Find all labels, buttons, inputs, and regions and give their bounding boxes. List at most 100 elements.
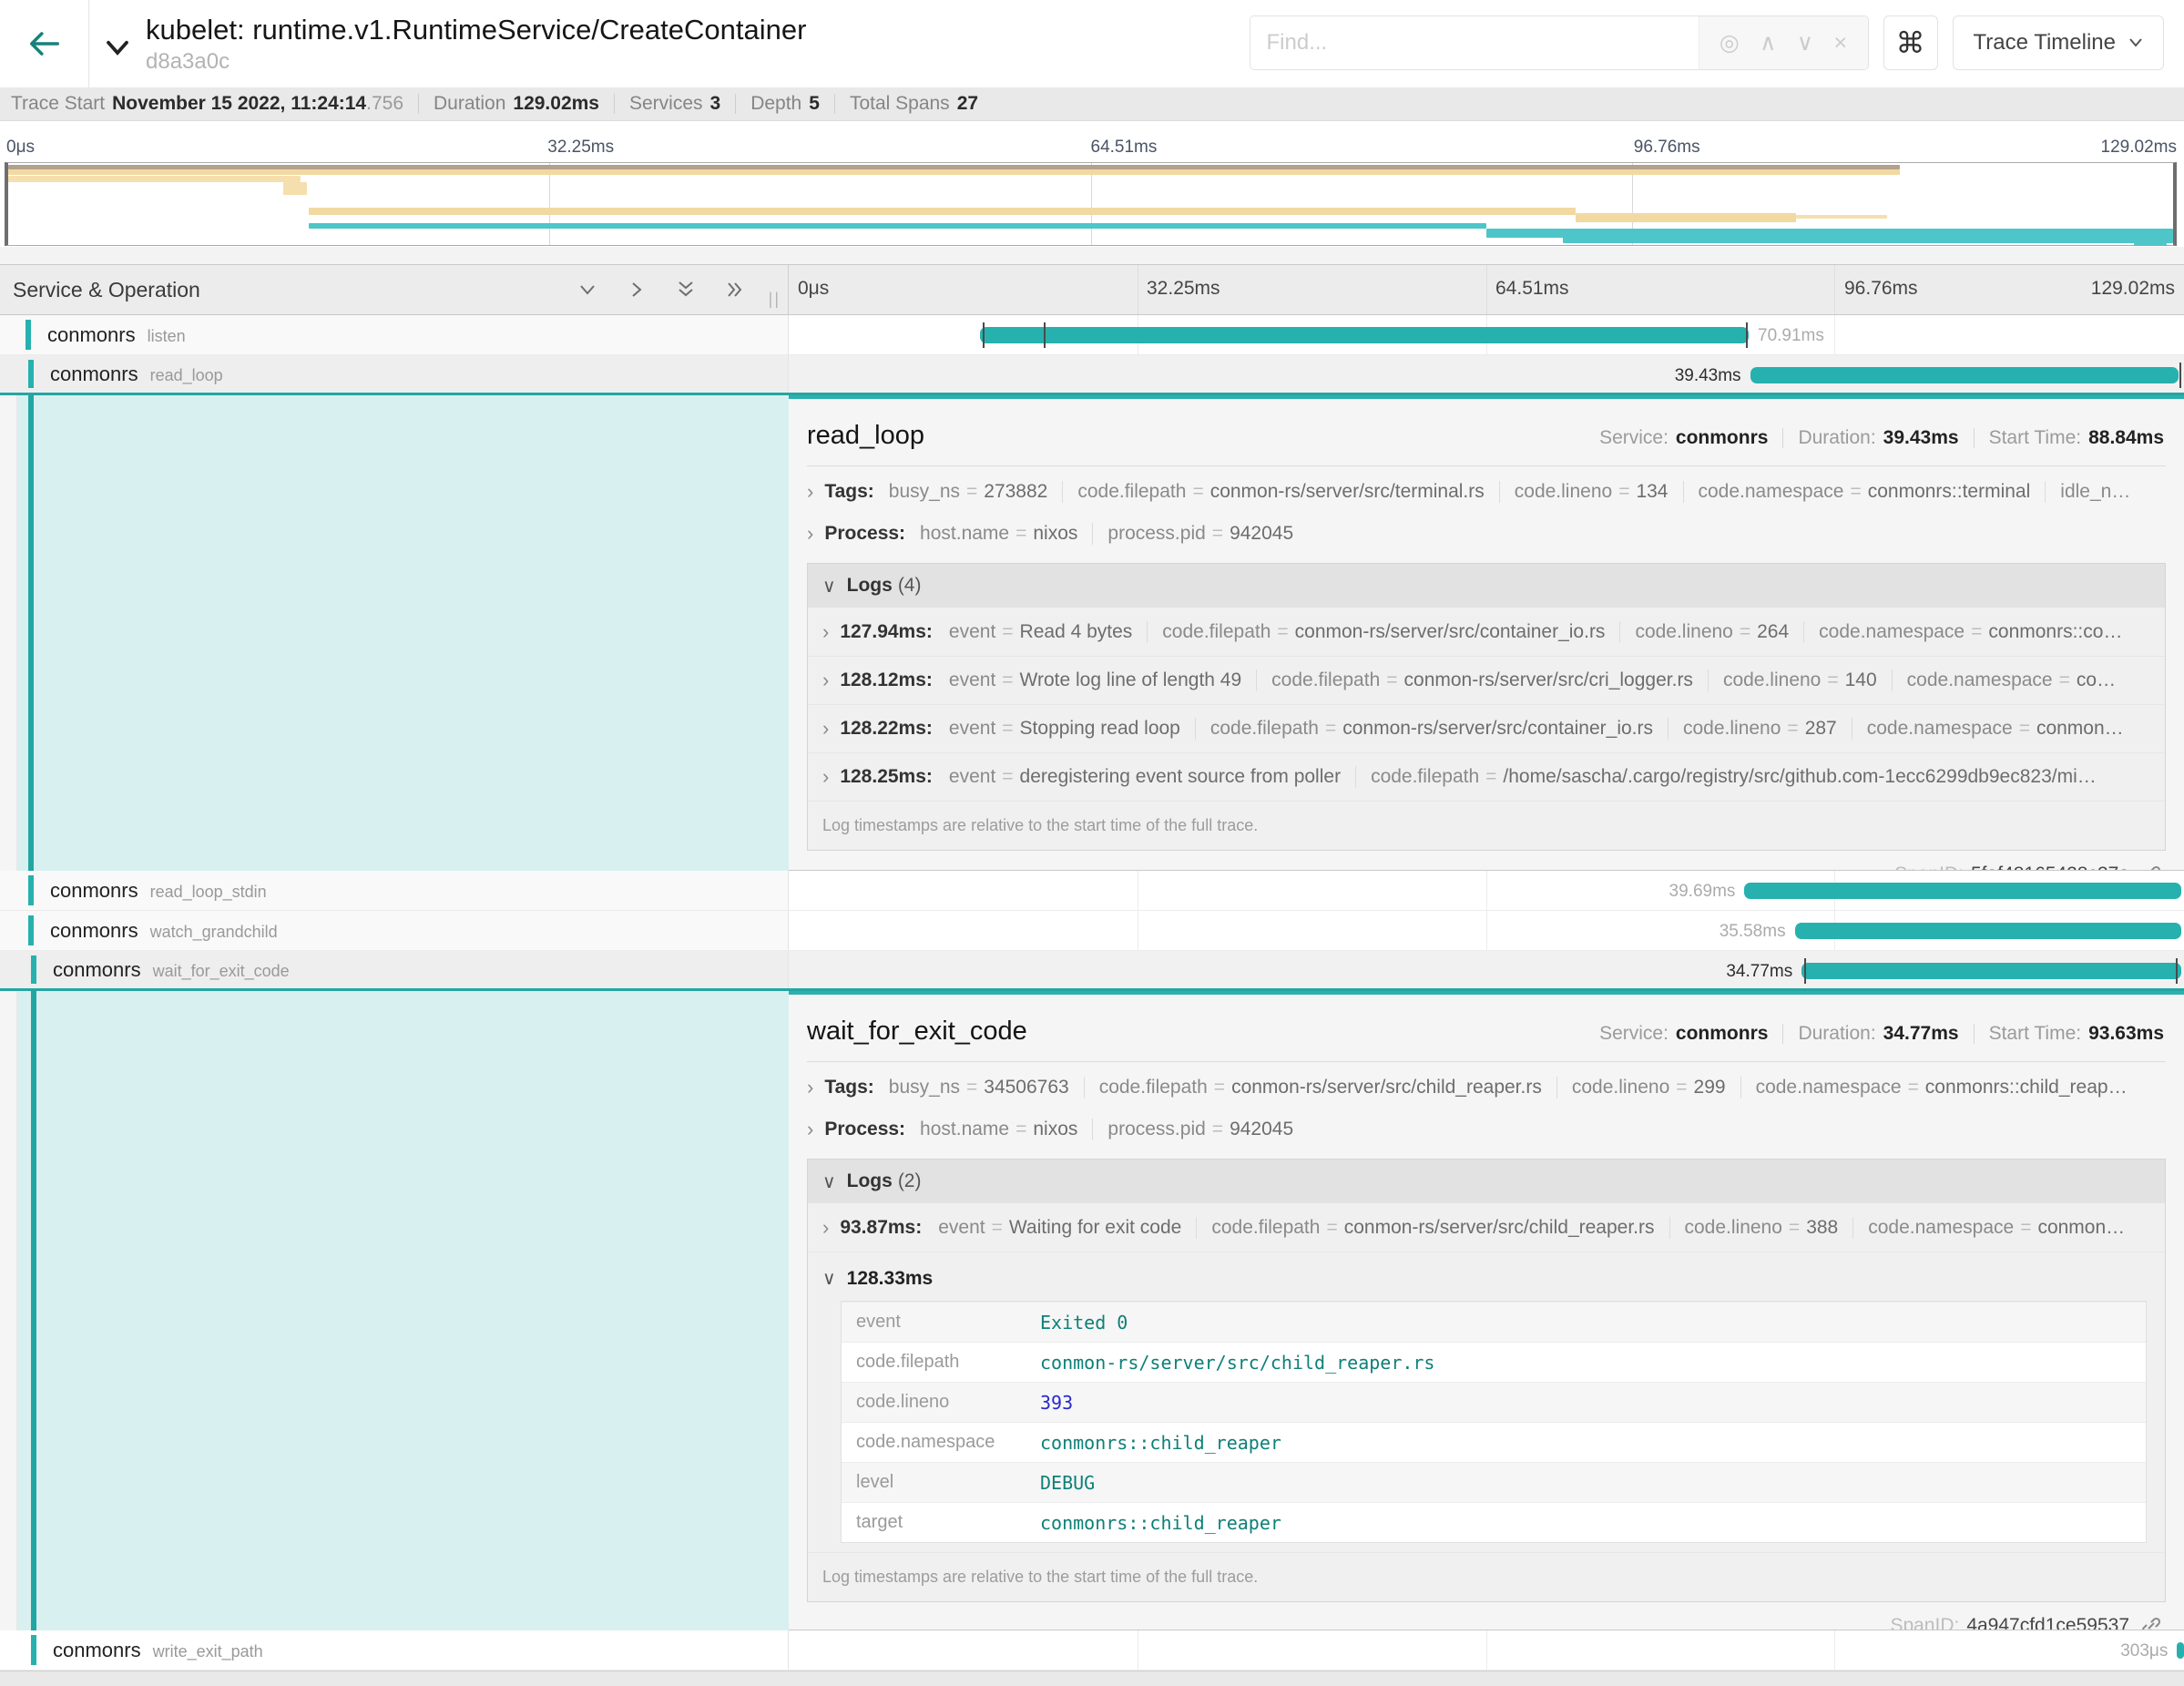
log-marker — [2179, 363, 2181, 388]
timeline-tick: 0μs — [798, 278, 829, 300]
timeline-header: Service & Operation || 0μs 32.25ms 64.51… — [0, 264, 2184, 315]
operation-name: watch_grandchild — [150, 923, 278, 941]
service-name: conmonrs — [47, 323, 136, 346]
minimap-axis: 0μs 32.25ms 64.51ms 96.76ms 129.02ms — [5, 138, 2177, 161]
operation-name: wait_for_exit_code — [153, 962, 290, 980]
minimap-span-bar — [1576, 213, 1796, 222]
minimap-lower-strip — [0, 247, 2184, 264]
process-row[interactable]: › Process: host.name=nixosprocess.pid=94… — [807, 1104, 2166, 1146]
link-icon[interactable] — [2140, 863, 2162, 871]
detail-meta: Service:conmonrs Duration:39.43ms Start … — [1599, 427, 2164, 449]
log-field-row: code.lineno 393 — [842, 1382, 2146, 1422]
timeline-tick: 64.51ms — [1495, 278, 1569, 300]
span-accent — [28, 915, 34, 945]
spanid-row: SpanID: 4a947cfd1ce59537 — [807, 1602, 2166, 1630]
log-field-row: target conmonrs::child_reaper — [842, 1502, 2146, 1542]
span-row-watch-grandchild[interactable]: conmonrswatch_grandchild 35.58ms — [0, 911, 2184, 951]
chevron-right-icon: › — [807, 480, 813, 504]
span-bar[interactable] — [1795, 923, 2181, 939]
services-value: 3 — [710, 93, 721, 115]
total-spans-label: Total Spans — [850, 93, 950, 115]
link-icon[interactable] — [2140, 1615, 2162, 1630]
timeline-tick: 96.76ms — [1844, 278, 1918, 300]
match-target-icon[interactable]: ◎ — [1720, 32, 1740, 55]
trace-id: d8a3a0c — [146, 49, 806, 75]
trace-summary-bar: Trace Start November 15 2022, 11:24:14.7… — [0, 87, 2184, 121]
minimap-span-bar — [283, 182, 307, 195]
collapse-one-icon[interactable] — [577, 279, 598, 301]
logs-header[interactable]: ∨ Logs(4) — [808, 564, 2165, 608]
span-duration: 34.77ms — [1726, 962, 1792, 982]
find-controls: ◎ ∧ ∨ × — [1699, 16, 1868, 69]
span-row-write-exit-path[interactable]: conmonrswrite_exit_path 303μs — [0, 1630, 2184, 1671]
span-row-listen[interactable]: conmonrslisten 70.91ms — [0, 315, 2184, 355]
operation-name: write_exit_path — [153, 1642, 263, 1660]
depth-value: 5 — [809, 93, 820, 115]
duration-value: 129.02ms — [513, 93, 599, 115]
minimap-gridline — [549, 163, 550, 245]
log-note: Log timestamps are relative to the start… — [808, 801, 2165, 850]
span-duration: 39.43ms — [1675, 366, 1741, 386]
column-resizer[interactable]: || — [769, 290, 781, 309]
span-row-read-loop-stdin[interactable]: conmonrsread_loop_stdin 39.69ms — [0, 871, 2184, 911]
keyboard-shortcuts-button[interactable]: ⌘ — [1883, 15, 1938, 70]
chevron-right-icon: › — [822, 620, 829, 644]
chevron-down-icon — [2128, 37, 2143, 48]
span-duration: 70.91ms — [1758, 326, 1824, 346]
chevron-right-icon: › — [822, 765, 829, 789]
top-bar: kubelet: runtime.v1.RuntimeService/Creat… — [0, 0, 2184, 87]
divider — [735, 94, 736, 114]
span-row-read-loop[interactable]: conmonrsread_loop 39.43ms — [0, 355, 2184, 395]
log-row[interactable]: › 127.94ms: event=Read 4 bytescode.filep… — [808, 608, 2165, 656]
chevron-right-icon: › — [807, 522, 813, 546]
span-bar[interactable] — [2177, 1642, 2184, 1659]
back-arrow-icon — [27, 26, 62, 61]
span-bar[interactable] — [1744, 883, 2181, 899]
timeline-ticks: 0μs 32.25ms 64.51ms 96.76ms 129.02ms — [789, 265, 2184, 314]
process-row[interactable]: › Process: host.name=nixosprocess.pid=94… — [807, 508, 2166, 550]
bottom-scroll-strip — [0, 1671, 2184, 1686]
operation-name: read_loop — [150, 366, 223, 384]
divider — [834, 94, 835, 114]
span-accent — [26, 320, 31, 350]
detail-left-gutter — [0, 991, 789, 1630]
span-row-wait-for-exit-code[interactable]: conmonrswait_for_exit_code 34.77ms — [0, 951, 2184, 991]
span-accent — [31, 1635, 36, 1665]
chevron-right-icon: › — [807, 1076, 813, 1099]
logs-header[interactable]: ∨ Logs(2) — [808, 1160, 2165, 1203]
minimap-tick: 0μs — [6, 138, 35, 158]
log-row[interactable]: › 128.25ms: event=deregistering event so… — [808, 752, 2165, 801]
span-duration: 303μs — [2120, 1641, 2168, 1661]
log-field-row: code.filepath conmon-rs/server/src/child… — [842, 1342, 2146, 1382]
span-detail-read-loop: read_loop Service:conmonrs Duration:39.4… — [0, 395, 2184, 871]
minimap-tick: 32.25ms — [547, 138, 614, 158]
detail-title: wait_for_exit_code — [807, 1017, 1027, 1047]
trace-start-value: November 15 2022, 11:24:14.756 — [112, 93, 403, 115]
log-row[interactable]: › 93.87ms: event=Waiting for exit codeco… — [808, 1203, 2165, 1252]
chevron-right-icon: › — [822, 669, 829, 692]
detail-left-gutter — [0, 395, 789, 871]
depth-guide — [31, 991, 36, 1630]
minimap-canvas[interactable] — [5, 162, 2177, 246]
span-bar[interactable] — [980, 327, 1749, 343]
tags-row[interactable]: › Tags: busy_ns=34506763code.filepath=co… — [807, 1062, 2166, 1104]
back-button[interactable] — [0, 0, 89, 87]
collapse-all-icon[interactable] — [675, 279, 697, 301]
expand-all-icon[interactable] — [724, 279, 746, 301]
view-selector-button[interactable]: Trace Timeline — [1953, 15, 2165, 70]
tags-row[interactable]: › Tags: busy_ns=273882code.filepath=conm… — [807, 466, 2166, 508]
prev-result-icon[interactable]: ∧ — [1760, 32, 1776, 55]
total-spans-value: 27 — [957, 93, 978, 115]
collapse-header-icon[interactable] — [104, 37, 131, 64]
span-bar[interactable] — [1750, 367, 2179, 383]
expanded-log-header[interactable]: ∨ 128.33ms — [808, 1252, 2165, 1301]
service-operation-header: Service & Operation || — [0, 265, 789, 314]
next-result-icon[interactable]: ∨ — [1797, 32, 1813, 55]
minimap-span-bar — [1563, 237, 2173, 243]
expand-one-icon[interactable] — [626, 279, 648, 301]
log-row[interactable]: › 128.12ms: event=Wrote log line of leng… — [808, 656, 2165, 704]
find-input[interactable] — [1250, 16, 1699, 69]
clear-find-icon[interactable]: × — [1833, 32, 1847, 55]
span-bar[interactable] — [1801, 963, 2181, 979]
log-row[interactable]: › 128.22ms: event=Stopping read loopcode… — [808, 704, 2165, 752]
